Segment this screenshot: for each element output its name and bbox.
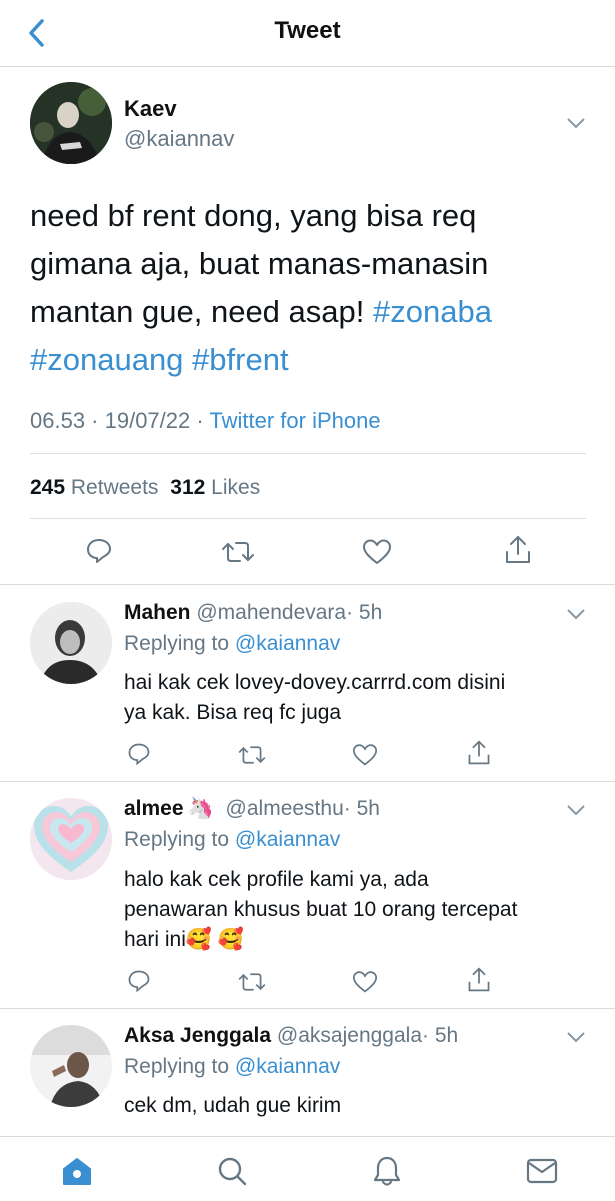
replying-to-handle[interactable]: @kaiannav <box>235 828 340 851</box>
tweet-text-line: need bf rent dong, yang bisa req <box>30 198 477 233</box>
share-icon[interactable] <box>466 966 492 994</box>
retweets-stat[interactable]: 245 Retweets <box>30 476 158 499</box>
tweet-text-line: gimana aja, buat manas-manasin <box>30 246 489 281</box>
retweet-icon[interactable] <box>237 743 267 767</box>
reply-timestamp: · 5h <box>343 797 380 820</box>
author-name[interactable]: Aksa Jenggala <box>124 1024 271 1047</box>
retweets-label: Retweets <box>70 476 159 499</box>
reply-tweet[interactable]: almee 🦄 @almeesthu· 5h Replying to @kaian… <box>0 781 615 1009</box>
avatar-photo-icon <box>30 82 112 164</box>
author-handle[interactable]: @mahendevara <box>196 601 346 624</box>
retweet-icon[interactable] <box>221 538 255 566</box>
author-name[interactable]: almee <box>124 797 184 820</box>
author-handle[interactable]: @almeesthu <box>226 797 344 820</box>
replying-to-label: Replying to <box>124 632 230 655</box>
heart-avatar-icon <box>30 798 112 880</box>
author-name[interactable]: Kaev <box>124 96 177 122</box>
divider <box>30 518 586 519</box>
home-icon[interactable] <box>61 1155 93 1187</box>
messages-icon[interactable] <box>526 1157 558 1185</box>
avatar-photo-icon <box>30 602 112 684</box>
like-icon[interactable] <box>352 743 378 767</box>
tweet-source-link[interactable]: Twitter for iPhone <box>209 408 380 433</box>
share-icon[interactable] <box>503 534 533 566</box>
reply-icon[interactable] <box>84 536 114 566</box>
reply-tweet[interactable]: Aksa Jenggala @aksajenggala· 5h Replying… <box>0 1008 615 1136</box>
hashtag-link[interactable]: #zonaba <box>373 294 492 329</box>
reply-tweet[interactable]: Mahen @mahendevara· 5h Replying to @kaia… <box>0 585 615 782</box>
search-icon[interactable] <box>216 1155 248 1187</box>
likes-label: Likes <box>211 476 261 499</box>
author-handle[interactable]: @kaiannav <box>124 126 234 152</box>
tweet-text: need bf rent dong, yang bisa req gimana … <box>30 192 492 384</box>
divider <box>30 453 586 454</box>
hashtag-link[interactable]: #zonauang <box>30 342 183 377</box>
chevron-down-icon[interactable] <box>566 803 586 817</box>
likes-count: 312 <box>170 476 206 499</box>
replying-to-label: Replying to <box>124 828 230 851</box>
bottom-tab-bar <box>0 1136 615 1201</box>
reply-text-line: cek dm, udah gue kirim <box>124 1094 342 1117</box>
reply-text-line: hari ini🥰 🥰 <box>124 928 244 951</box>
chevron-down-icon[interactable] <box>566 607 586 621</box>
replying-to-handle[interactable]: @kaiannav <box>235 632 340 655</box>
page-title: Tweet <box>274 17 341 44</box>
likes-stat[interactable]: 312 Likes <box>170 476 260 499</box>
chevron-down-icon[interactable] <box>566 116 586 130</box>
notifications-icon[interactable] <box>371 1154 403 1188</box>
reply-icon[interactable] <box>126 968 152 994</box>
retweet-icon[interactable] <box>237 970 267 994</box>
reply-text-line: penawaran khusus buat 10 orang tercepat <box>124 898 518 921</box>
author-name[interactable]: Mahen <box>124 601 191 624</box>
retweets-count: 245 <box>30 476 66 499</box>
like-icon[interactable] <box>352 970 378 994</box>
reply-text-line: hai kak cek lovey-dovey.carrrd.com disin… <box>124 671 506 694</box>
avatar-photo-icon <box>30 1025 112 1107</box>
replying-to-handle[interactable]: @kaiannav <box>235 1055 340 1078</box>
top-nav-bar: Tweet <box>0 0 615 67</box>
avatar[interactable] <box>30 1025 112 1107</box>
avatar[interactable] <box>30 798 112 880</box>
chevron-down-icon[interactable] <box>566 1030 586 1044</box>
unicorn-emoji-icon: 🦄 <box>187 797 214 820</box>
author-handle[interactable]: @aksajenggala <box>277 1024 422 1047</box>
reply-timestamp: · 5h <box>422 1024 459 1047</box>
like-icon[interactable] <box>362 538 392 566</box>
reply-text-line: ya kak. Bisa req fc juga <box>124 701 342 724</box>
tweet-stats: 245 Retweets 312 Likes <box>30 476 260 500</box>
avatar[interactable] <box>30 82 112 164</box>
reply-icon[interactable] <box>126 741 152 767</box>
reply-timestamp: · 5h <box>346 601 383 624</box>
replying-to-label: Replying to <box>124 1055 230 1078</box>
tweet-text-line: mantan gue, need asap! <box>30 294 373 329</box>
tweet-timestamp: 06.53 · 19/07/22 · <box>30 408 204 433</box>
share-icon[interactable] <box>466 739 492 767</box>
hashtag-link[interactable]: #bfrent <box>192 342 289 377</box>
avatar[interactable] <box>30 602 112 684</box>
reply-text-line: halo kak cek profile kami ya, ada <box>124 868 429 891</box>
